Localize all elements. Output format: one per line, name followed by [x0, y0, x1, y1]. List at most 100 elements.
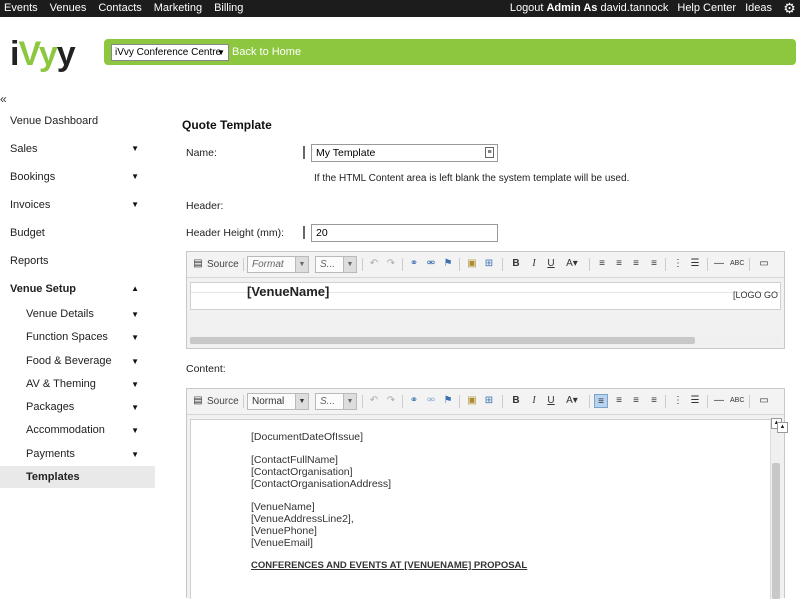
back-to-home-link[interactable]: Back to Home	[232, 39, 301, 65]
header-editor-scroll-up[interactable]: ▲	[777, 422, 788, 434]
horizontal-rule-icon[interactable]: —	[712, 257, 726, 271]
logo-letter-y: y	[56, 35, 76, 73]
caret-down-icon: ▼	[131, 144, 139, 153]
align-center-icon[interactable]: ≡	[612, 257, 626, 271]
bullet-list-icon[interactable]: ☰	[688, 394, 702, 408]
toolbar-separator	[749, 395, 750, 408]
maximize-icon[interactable]: ▭	[757, 257, 771, 271]
justify-icon[interactable]: ≡	[647, 257, 661, 271]
undo-icon[interactable]: ↶	[367, 257, 381, 271]
header-horizontal-scrollbar[interactable]	[190, 336, 781, 346]
sidebar-item-venue-setup[interactable]: Venue Setup ▲	[0, 275, 155, 303]
header-height-value: 20	[316, 227, 328, 239]
horizontal-rule-icon[interactable]: —	[712, 394, 726, 408]
unlink-icon[interactable]: ⚮	[424, 257, 438, 271]
size-combo[interactable]: S... ▼	[315, 393, 357, 410]
image-icon[interactable]: ▣	[465, 394, 479, 408]
format-combo[interactable]: Normal ▼	[247, 393, 309, 410]
header-edit-area[interactable]: [VenueName] [LOGO GO	[190, 282, 782, 310]
sidebar-item-budget[interactable]: Budget	[0, 219, 155, 247]
underline-icon[interactable]: U	[544, 394, 558, 408]
sidebar-subitem-av-theming[interactable]: AV & Theming ▼	[0, 373, 155, 397]
content-label: Content:	[186, 363, 226, 375]
align-left-icon[interactable]: ≡	[594, 394, 608, 408]
scrollbar-thumb[interactable]	[772, 463, 780, 599]
sidebar-item-bookings[interactable]: Bookings ▼	[0, 163, 155, 191]
bold-icon[interactable]: B	[509, 257, 523, 271]
align-center-icon[interactable]: ≡	[612, 394, 626, 408]
sidebar-item-reports[interactable]: Reports	[0, 247, 155, 275]
nav-venues[interactable]: Venues	[46, 0, 95, 17]
nav-contacts[interactable]: Contacts	[94, 0, 149, 17]
align-right-icon[interactable]: ≡	[629, 394, 643, 408]
sidebar-subitem-templates[interactable]: Templates	[0, 466, 155, 490]
toolbar-separator	[589, 395, 590, 408]
nav-events[interactable]: Events	[0, 0, 46, 17]
content-vertical-scrollbar[interactable]: ▲	[770, 418, 782, 599]
bold-icon[interactable]: B	[509, 394, 523, 408]
sidebar: Venue Dashboard Sales ▼ Bookings ▼ Invoice…	[0, 107, 155, 490]
text-color-icon[interactable]: A▾	[562, 257, 582, 271]
spellcheck-icon[interactable]: ABC	[730, 394, 744, 408]
gear-icon[interactable]: ⚙	[781, 0, 798, 17]
sidebar-subitem-packages[interactable]: Packages ▼	[0, 396, 155, 420]
numbered-list-icon[interactable]: ⋮	[671, 257, 685, 271]
scrollbar-thumb[interactable]	[190, 337, 695, 344]
sidebar-subitem-function-spaces[interactable]: Function Spaces ▼	[0, 326, 155, 350]
italic-icon[interactable]: I	[527, 394, 541, 408]
venue-select[interactable]: iVvy Conference Centre ▼	[111, 44, 229, 61]
sidebar-subitem-payments[interactable]: Payments ▼	[0, 443, 155, 467]
table-icon[interactable]: ⊞	[482, 257, 496, 271]
redo-icon[interactable]: ↷	[384, 257, 398, 271]
justify-icon[interactable]: ≡	[647, 394, 661, 408]
source-button[interactable]: Source	[207, 394, 239, 410]
header-height-input[interactable]: 20	[311, 224, 498, 242]
sidebar-subitem-accommodation[interactable]: Accommodation ▼	[0, 419, 155, 443]
template-name-input[interactable]: My Template ≡	[311, 144, 498, 162]
undo-icon[interactable]: ↶	[367, 394, 381, 408]
caret-down-icon: ▼	[131, 333, 139, 343]
format-combo[interactable]: Format ▼	[247, 256, 309, 273]
sidebar-item-label: Bookings	[10, 171, 56, 183]
source-button[interactable]: Source	[207, 257, 239, 273]
spellcheck-icon[interactable]: ABC	[730, 257, 744, 271]
redo-icon[interactable]: ↷	[384, 394, 398, 408]
underline-icon[interactable]: U	[544, 257, 558, 271]
size-combo[interactable]: S... ▼	[315, 256, 357, 273]
format-combo-value: Format	[252, 259, 284, 270]
italic-icon[interactable]: I	[527, 257, 541, 271]
ivvy-logo[interactable]: iVyy	[10, 35, 76, 74]
maximize-icon[interactable]: ▭	[757, 394, 771, 408]
unlink-icon[interactable]: ⚮	[424, 394, 438, 408]
numbered-list-icon[interactable]: ⋮	[671, 394, 685, 408]
text-color-icon[interactable]: A▾	[562, 394, 582, 408]
anchor-flag-icon[interactable]: ⚑	[441, 257, 455, 271]
table-icon[interactable]: ⊞	[482, 394, 496, 408]
sidebar-item-venue-dashboard[interactable]: Venue Dashboard	[0, 107, 155, 135]
sidebar-item-sales[interactable]: Sales ▼	[0, 135, 155, 163]
content-edit-area[interactable]: [DocumentDateOfIssue] [ContactFullName] …	[190, 419, 781, 599]
proposal-heading: CONFERENCES AND EVENTS AT [VENUENAME] PR…	[251, 560, 528, 571]
help-center-link[interactable]: Help Center	[677, 0, 736, 17]
align-right-icon[interactable]: ≡	[629, 257, 643, 271]
align-left-icon[interactable]: ≡	[595, 257, 609, 271]
link-icon[interactable]: ⚭	[407, 394, 421, 408]
sidebar-subitem-venue-details[interactable]: Venue Details ▼	[0, 303, 155, 327]
sidebar-item-invoices[interactable]: Invoices ▼	[0, 191, 155, 219]
nav-billing[interactable]: Billing	[210, 0, 251, 17]
bullet-list-icon[interactable]: ☰	[688, 257, 702, 271]
toolbar-separator	[707, 258, 708, 271]
collapse-sidebar-icon[interactable]: «	[0, 92, 7, 106]
nav-marketing[interactable]: Marketing	[150, 0, 210, 17]
logout-name: david.tannock	[600, 2, 669, 14]
ideas-link[interactable]: Ideas	[745, 0, 772, 17]
logout-link[interactable]: Logout Admin As david.tannock	[510, 0, 669, 17]
image-icon[interactable]: ▣	[465, 257, 479, 271]
format-combo-value: Normal	[252, 396, 285, 407]
toolbar-separator	[362, 395, 363, 408]
scroll-up-icon[interactable]: ▲	[777, 422, 788, 433]
link-icon[interactable]: ⚭	[407, 257, 421, 271]
venue-select-value: iVvy Conference Centre	[115, 47, 222, 58]
anchor-flag-icon[interactable]: ⚑	[441, 394, 455, 408]
sidebar-subitem-food-beverage[interactable]: Food & Beverage ▼	[0, 350, 155, 373]
